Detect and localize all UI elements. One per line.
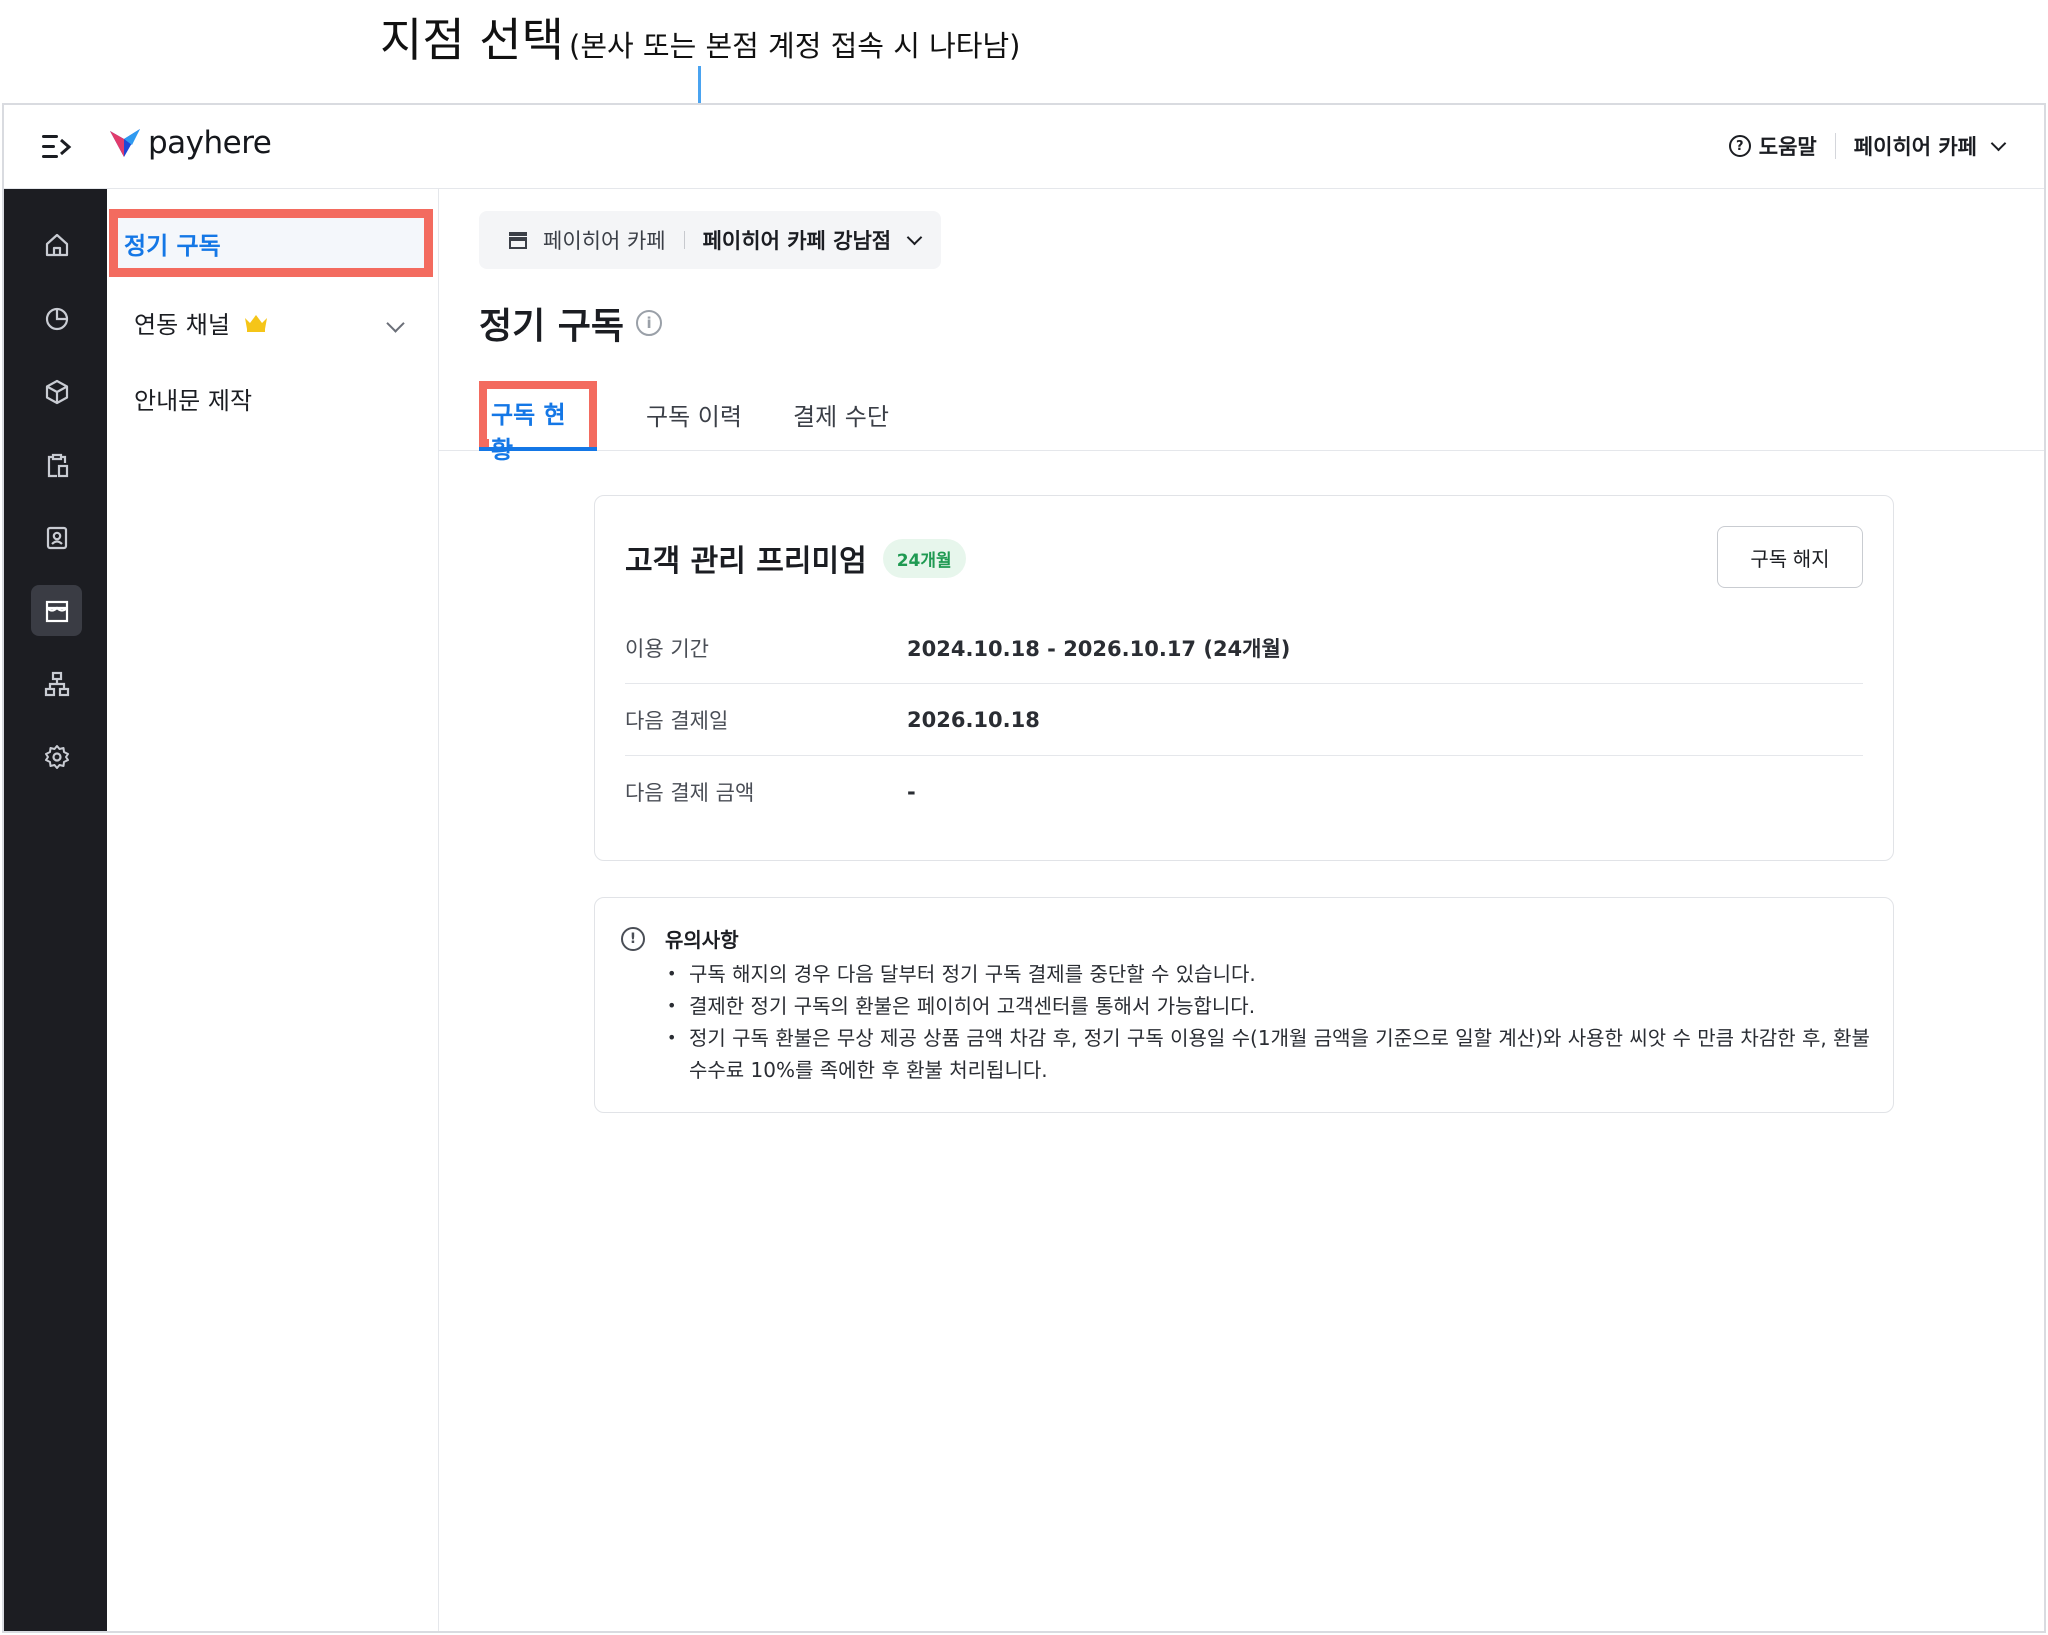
sidebar-item-label: 안내문 제작: [134, 387, 253, 415]
tab-payment-method[interactable]: 결제 수단: [793, 397, 889, 432]
store-icon: [509, 232, 527, 249]
list-item: 구독 해지의 경우 다음 달부터 정기 구독 결제를 중단할 수 있습니다.: [667, 958, 1877, 990]
branch-divider: [683, 231, 685, 249]
annotation-subtitle: (본사 또는 본점 계정 접속 시 나타남): [569, 29, 1021, 63]
top-right-actions: ? 도움말 페이히어 카페: [1728, 131, 2007, 161]
cancel-subscription-button[interactable]: 구독 해지: [1717, 526, 1863, 588]
side-menu: 정기 구독 연동 채널 안내문 제작: [107, 189, 439, 1631]
rail-orders[interactable]: [31, 439, 82, 490]
list-item: 결제한 정기 구독의 환불은 페이히어 고객센터를 통해서 가능합니다.: [667, 990, 1877, 1022]
detail-value: -: [907, 780, 916, 804]
contact-icon: [46, 526, 67, 549]
rail-organization[interactable]: [31, 658, 82, 709]
detail-row: 이용 기간 2024.10.18 - 2026.10.17 (24개월): [625, 612, 1863, 684]
tab-label: 결제 수단: [793, 403, 889, 431]
menu-toggle-icon[interactable]: [42, 133, 72, 161]
active-tab-indicator: [479, 447, 597, 451]
detail-label: 다음 결제일: [625, 708, 729, 733]
question-circle-icon: ?: [1728, 135, 1751, 157]
home-icon: [45, 233, 68, 256]
page-title-text: 정기 구독: [479, 306, 625, 347]
alert-circle-icon: !: [621, 926, 645, 951]
notice-title: 유의사항: [665, 928, 739, 952]
branch-selector[interactable]: 페이히어 카페 페이히어 카페 강남점: [479, 211, 941, 269]
detail-label: 이용 기간: [625, 636, 709, 661]
branch-selected: 페이히어 카페 강남점: [702, 229, 892, 253]
store-icon: [45, 600, 68, 622]
crown-icon: [244, 314, 267, 332]
subscription-card: 고객 관리 프리미엄 24개월 구독 해지 이용 기간 2024.10.18 -…: [594, 495, 1894, 861]
store-name: 페이히어 카페: [1853, 135, 1977, 159]
rail-home[interactable]: [31, 219, 82, 270]
top-bar: payhere ? 도움말 페이히어 카페: [4, 105, 2044, 189]
org-chart-icon: [44, 671, 69, 696]
tab-bar: 구독 현황 구독 이력 결제 수단: [439, 379, 2044, 465]
detail-value: 2026.10.18: [907, 707, 1040, 732]
header-divider: [1834, 133, 1836, 159]
info-icon[interactable]: i: [636, 310, 663, 336]
annotation-title: 지점 선택: [380, 13, 564, 67]
sidebar-item-linked-channels[interactable]: 연동 채널: [134, 305, 268, 340]
tab-subscription-status[interactable]: 구독 현황: [479, 381, 597, 465]
sidebar-item-notice-builder[interactable]: 안내문 제작: [134, 381, 252, 416]
nav-rail: [4, 189, 107, 1631]
plan-title: 고객 관리 프리미엄 24개월: [625, 536, 966, 580]
page-title: 정기 구독 i: [479, 297, 663, 349]
payhere-logo-icon: [110, 129, 140, 157]
sidebar-item-subscription[interactable]: 정기 구독: [109, 209, 433, 277]
chevron-down-icon: [1990, 135, 2007, 151]
chevron-down-icon: [906, 229, 923, 245]
logo-text: payhere: [148, 125, 272, 161]
rail-store[interactable]: [31, 585, 82, 636]
list-item: 정기 구독 환불은 무상 제공 상품 금액 차감 후, 정기 구독 이용일 수(…: [667, 1022, 1877, 1086]
notice-list: 구독 해지의 경우 다음 달부터 정기 구독 결제를 중단할 수 있습니다. 결…: [667, 958, 1877, 1086]
sidebar-item-label: 정기 구독: [118, 218, 424, 268]
app-window: payhere ? 도움말 페이히어 카페 정기 구독 연동 채널 안내문 제작…: [2, 103, 2046, 1633]
payhere-logo[interactable]: payhere: [110, 125, 272, 161]
notice-box: ! 유의사항 구독 해지의 경우 다음 달부터 정기 구독 결제를 중단할 수 …: [594, 897, 1894, 1113]
sidebar-item-label: 연동 채널: [134, 311, 230, 339]
rail-customers[interactable]: [31, 512, 82, 563]
duration-badge: 24개월: [882, 538, 966, 578]
tab-label: 구독 이력: [646, 403, 742, 431]
chevron-down-icon[interactable]: [386, 314, 405, 333]
pie-chart-icon: [45, 307, 68, 330]
detail-row: 다음 결제일 2026.10.18: [625, 684, 1863, 756]
rail-products[interactable]: [31, 366, 82, 417]
tab-label: 구독 현황: [489, 395, 589, 465]
help-label: 도움말: [1758, 135, 1817, 159]
box-icon: [45, 379, 68, 404]
detail-value: 2024.10.18 - 2026.10.17 (24개월): [907, 636, 1291, 661]
notice-header: ! 유의사항: [621, 924, 739, 953]
annotation-label: 지점 선택 (본사 또는 본점 계정 접속 시 나타남): [380, 4, 1020, 70]
clipboard-icon: [47, 453, 68, 477]
detail-row: 다음 결제 금액 -: [625, 756, 1863, 828]
help-button[interactable]: ? 도움말: [1728, 131, 1817, 161]
store-switcher[interactable]: 페이히어 카페: [1853, 131, 2007, 161]
plan-name: 고객 관리 프리미엄: [625, 544, 867, 579]
main-content: 페이히어 카페 페이히어 카페 강남점 정기 구독 i 구독 현황 구독 이력 …: [439, 189, 2044, 1631]
detail-label: 다음 결제 금액: [625, 781, 755, 805]
branch-organization: 페이히어 카페: [543, 229, 666, 253]
tab-subscription-history[interactable]: 구독 이력: [646, 397, 742, 432]
rail-settings[interactable]: [31, 731, 82, 782]
gear-icon: [44, 744, 69, 769]
rail-analytics[interactable]: [31, 293, 82, 344]
